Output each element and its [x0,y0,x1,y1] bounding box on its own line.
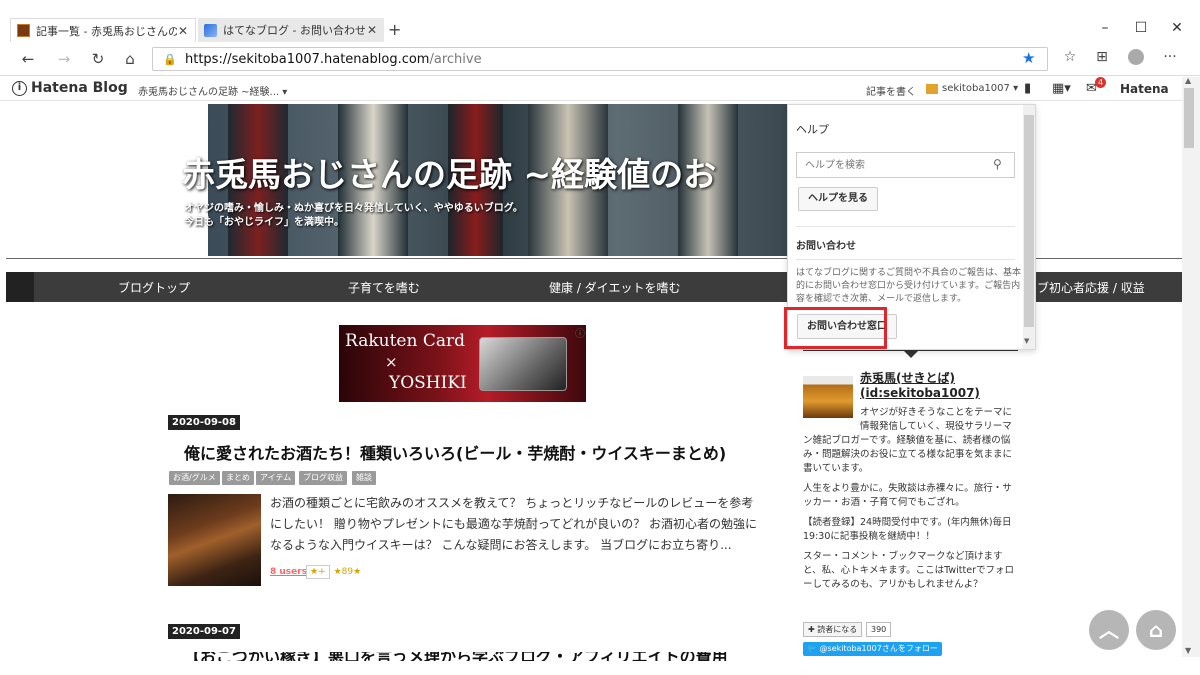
profile-bio: オヤジが好きそうなことをテーマに 情報発信していく、現役サラリーマ ン雑記ブロガ… [803,406,1018,598]
contact-divider [796,259,1015,260]
ad-line: Rakuten Card [345,331,465,351]
maximize-button[interactable]: ☐ [1126,20,1156,36]
bookmark-icon[interactable]: ▮ [1024,81,1031,96]
article-title[interactable]: 俺に愛されたお酒たち！種類いろいろ(ビール・芋焼酎・ウイスキーまとめ) [184,440,726,464]
blog-favicon-icon [17,24,30,37]
profile-bio-text: ン雑記ブロガーです。経験値を基に、読者様の悩み・問題解決のお役に立てる様な記事を… [803,435,1013,474]
user-avatar-icon [926,83,938,94]
profile-id[interactable]: (id:sekitoba1007) [860,386,980,400]
article-tag[interactable]: お酒/グルメ [169,471,220,485]
page-scrollbar[interactable] [1182,77,1200,657]
subscribe-button[interactable]: ✚ 読者になる [803,622,863,637]
url-path: /archive [429,51,482,67]
article-tag[interactable]: アイテム [256,471,296,485]
scroll-down-icon[interactable]: ▼ [1024,337,1029,345]
contact-heading: お問い合わせ [796,241,856,252]
dropdown-pointer-icon [903,350,919,358]
hatena-favicon-icon [204,23,217,37]
page-scroll-thumb[interactable] [1184,88,1194,148]
contact-description: はてなブログに関するご質問や不具合のご報告は、基本的にお問い合わせ窓口から受け付… [796,268,1022,304]
view-help-button[interactable]: ヘルプを見る [798,187,878,211]
tab-close-icon[interactable]: ✕ [366,23,378,37]
article-tag[interactable]: ブログ収益 [299,471,347,485]
tab-contact[interactable]: はてなブログ - お問い合わせ - はてな ✕ [198,18,384,42]
highlight-box [784,307,887,349]
ad-info-icon[interactable]: ⓘ [575,325,585,340]
star-area: ★+ ★89★ [306,565,361,579]
article-thumbnail[interactable] [168,494,261,586]
home-button[interactable]: ⌂ [118,48,142,70]
article-date: 2020-09-08 [168,415,240,430]
more-icon[interactable]: ··· [1158,49,1182,65]
profile-name[interactable]: 赤兎馬(せきとば) [860,369,955,386]
tab-close-icon[interactable]: ✕ [177,24,189,38]
hatena-link-label: Hatena [1120,82,1169,96]
search-icon[interactable]: ⚲ [993,157,1002,171]
nav-blog-beginner[interactable]: ブ初心者応援 / 収益 [1037,279,1145,296]
article-excerpt: お酒の種類ごとに宅飲みのオススメを教えて？ ちょっとリッチなビールのレビューを参… [270,496,758,552]
hatena-blog-logo[interactable]: i Hatena Blog [12,80,128,96]
scroll-down-icon[interactable]: ▼ [1185,646,1191,655]
ad-line: × [385,353,398,371]
subscriber-count: 390 [866,622,892,637]
article-tag[interactable]: 雑談 [352,471,376,485]
url-field[interactable]: 🔒 https://sekitoba1007.hatenablog.com/ar… [152,47,1048,71]
profile-bio-text: 人生をより豊かに。失敗談は赤裸々に。旅行・サッカー・お酒・子育て何でもござれ。 [803,483,1012,508]
close-window-button[interactable]: ✕ [1162,20,1192,36]
blog-desc-line: オヤジの嗜み・愉しみ・ぬか喜びを日々発信していく、ややゆるいブログ。 [184,203,523,214]
hatena-blog-logo-text: Hatena Blog [31,80,128,96]
nav-blog-top[interactable]: ブログトップ [118,279,190,296]
twitter-follow-button[interactable]: 🐦 @sekitoba1007さんをフォロー [803,642,942,656]
blog-description: オヤジの嗜み・愉しみ・ぬか喜びを日々発信していく、ややゆるいブログ。 今日も「お… [184,202,523,230]
blog-selector[interactable]: 赤兎馬おじさんの足跡 ~経験... ▾ [138,83,287,98]
favorites-icon[interactable]: ☆ [1058,49,1082,65]
apps-grid-icon[interactable]: ▦▾ [1052,81,1071,96]
article-title[interactable]: 【おこづかい稼ぎ】悪口を言うメ理から学ぶブログ・アフィリエイトの費用 [184,652,764,661]
nav-health[interactable]: 健康 / ダイエットを嗜む [549,279,681,296]
credit-card-image [479,337,567,391]
hatena-logo-icon: i [12,80,27,96]
user-menu-label: sekitoba1007 ▾ [942,83,1019,94]
article-title-text: 【おこづかい稼ぎ】悪口を言うメ理から学ぶブログ・アフィリエイトの費用 [184,652,764,661]
back-button[interactable]: ← [16,48,40,70]
help-divider [796,226,1015,227]
blog-desc-line: 今日も「おやじライフ」を満喫中。 [184,217,344,228]
tab-title: はてなブログ - お問い合わせ - はてな [223,24,366,37]
bookmark-users-link[interactable]: 8 users [270,567,307,577]
hatena-link[interactable]: Hatena [1120,82,1169,96]
profile-bio-line: オヤジが好きそうなことをテーマに [860,407,1013,418]
profile-bio-line: 情報発信していく、現役サラリーマ [860,421,1012,432]
url-host: https://sekitoba1007.hatenablog.com [185,51,430,67]
reload-button[interactable]: ↻ [86,48,110,70]
user-menu[interactable]: sekitoba1007 ▾ [926,83,1018,94]
profile-bio-text: スター・コメント・ブックマークなど頂けますと、私、心トキメキます。ここはTwit… [803,551,1015,590]
rakuten-card-ad[interactable]: Rakuten Card × YOSHIKI [339,325,586,402]
help-panel-scroll-thumb[interactable] [1024,115,1034,327]
profile-icon[interactable] [1124,49,1148,69]
nav-parenting[interactable]: 子育てを嗜む [348,279,420,296]
help-search-input[interactable] [796,152,1015,178]
scroll-up-button[interactable]: ︿ [1089,610,1129,650]
forward-button[interactable]: → [52,48,76,70]
scroll-up-icon[interactable]: ▲ [1185,76,1191,85]
collections-icon[interactable]: ⊞ [1090,49,1114,65]
add-star-button[interactable]: ★+ [306,565,330,579]
nav-menu-square [6,272,34,302]
blog-title[interactable]: 赤兎馬おじさんの足跡 ~経験値のお [182,148,716,196]
write-article-link[interactable]: 記事を書く [866,83,916,98]
article-date: 2020-09-07 [168,624,240,639]
ad-line: YOSHIKI [389,373,467,393]
star-count: ★89★ [333,567,362,577]
minimize-button[interactable]: – [1090,20,1120,36]
lock-icon: 🔒 [163,52,177,66]
help-heading: ヘルプ [796,123,829,136]
notification-badge: 4 [1095,77,1106,88]
profile-bio-text: 【読者登録】24時間受付中です。(年内無休)毎日19:30に記事投稿を継続中！！ [803,517,1012,542]
tab-title: 記事一覧 - 赤兎馬おじさんの足跡 [36,24,177,38]
article-tag[interactable]: まとめ [222,471,254,485]
go-top-button[interactable]: ⌂ [1136,610,1176,650]
tab-archive[interactable]: 記事一覧 - 赤兎馬おじさんの足跡 ✕ [10,18,196,42]
new-tab-button[interactable]: + [388,20,401,39]
favorite-star-icon[interactable]: ★ [1022,49,1035,67]
